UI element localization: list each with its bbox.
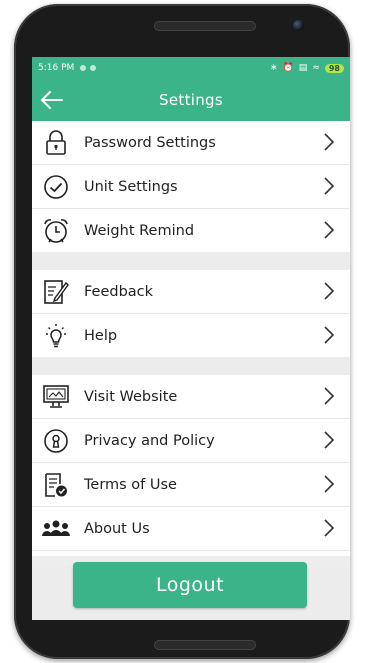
menu-item-about-us[interactable]: About Us (32, 507, 350, 551)
chevron-right-icon (324, 475, 335, 493)
chevron-right-icon (324, 431, 335, 449)
check-circle-icon (41, 172, 71, 202)
section-divider (32, 252, 350, 270)
chevron-right-icon (324, 326, 335, 344)
menu-item-terms-of-use[interactable]: Terms of Use (32, 463, 350, 507)
monitor-icon (41, 382, 71, 412)
bluetooth-icon: ∗ (270, 63, 278, 73)
page-title: Settings (159, 91, 223, 109)
document-check-icon (41, 470, 71, 500)
menu-item-label: Feedback (84, 283, 154, 300)
lightbulb-icon (41, 321, 71, 351)
signal-icon: ▤ (298, 63, 308, 73)
battery-icon: 98 (324, 63, 344, 73)
chevron-right-icon (324, 282, 335, 300)
menu-item-unit-settings[interactable]: Unit Settings (32, 165, 350, 209)
front-camera (293, 20, 304, 31)
settings-group-info: Visit Website Privacy and Policy Terms o… (32, 375, 350, 567)
menu-item-label: Terms of Use (84, 476, 177, 493)
keyhole-icon (41, 426, 71, 456)
lock-icon (41, 128, 71, 158)
status-time: 5:16 PM (38, 63, 75, 73)
users-icon (41, 514, 71, 544)
menu-item-label: Privacy and Policy (84, 432, 215, 449)
notification-dot-icon (90, 65, 97, 71)
chevron-right-icon (324, 221, 335, 239)
menu-item-visit-website[interactable]: Visit Website (32, 375, 350, 419)
settings-group-support: Feedback Help (32, 270, 350, 357)
chevron-right-icon (324, 133, 335, 151)
settings-group-account: Password Settings Unit Settings Weight R… (32, 121, 350, 252)
logout-area: Logout (32, 556, 350, 620)
chevron-right-icon (324, 177, 335, 195)
earpiece-speaker (154, 21, 256, 31)
logout-button[interactable]: Logout (73, 562, 307, 608)
menu-item-privacy-policy[interactable]: Privacy and Policy (32, 419, 350, 463)
menu-item-label: About Us (84, 520, 150, 537)
menu-item-label: Password Settings (84, 134, 216, 151)
alarm-status-icon: ⏰ (282, 63, 294, 73)
menu-item-help[interactable]: Help (32, 314, 350, 357)
alarm-clock-icon (41, 216, 71, 246)
menu-item-weight-remind[interactable]: Weight Remind (32, 209, 350, 252)
chevron-right-icon (324, 519, 335, 537)
menu-item-label: Unit Settings (84, 178, 178, 195)
edit-note-icon (41, 277, 71, 307)
menu-item-password-settings[interactable]: Password Settings (32, 121, 350, 165)
chevron-right-icon (324, 387, 335, 405)
section-divider (32, 357, 350, 375)
wifi-icon: ≈ (312, 63, 320, 73)
bottom-speaker (154, 640, 256, 650)
app-bar: Settings (32, 79, 350, 121)
menu-item-feedback[interactable]: Feedback (32, 270, 350, 314)
back-arrow-icon[interactable] (38, 87, 66, 113)
notification-dot-icon (80, 65, 87, 71)
menu-item-label: Help (84, 327, 118, 344)
screen: 5:16 PM ∗ ⏰ ▤ ≈ 98 Settings Password Set… (32, 57, 350, 620)
status-bar: 5:16 PM ∗ ⏰ ▤ ≈ 98 (32, 57, 350, 79)
menu-item-label: Visit Website (84, 388, 178, 405)
menu-item-label: Weight Remind (84, 222, 195, 239)
